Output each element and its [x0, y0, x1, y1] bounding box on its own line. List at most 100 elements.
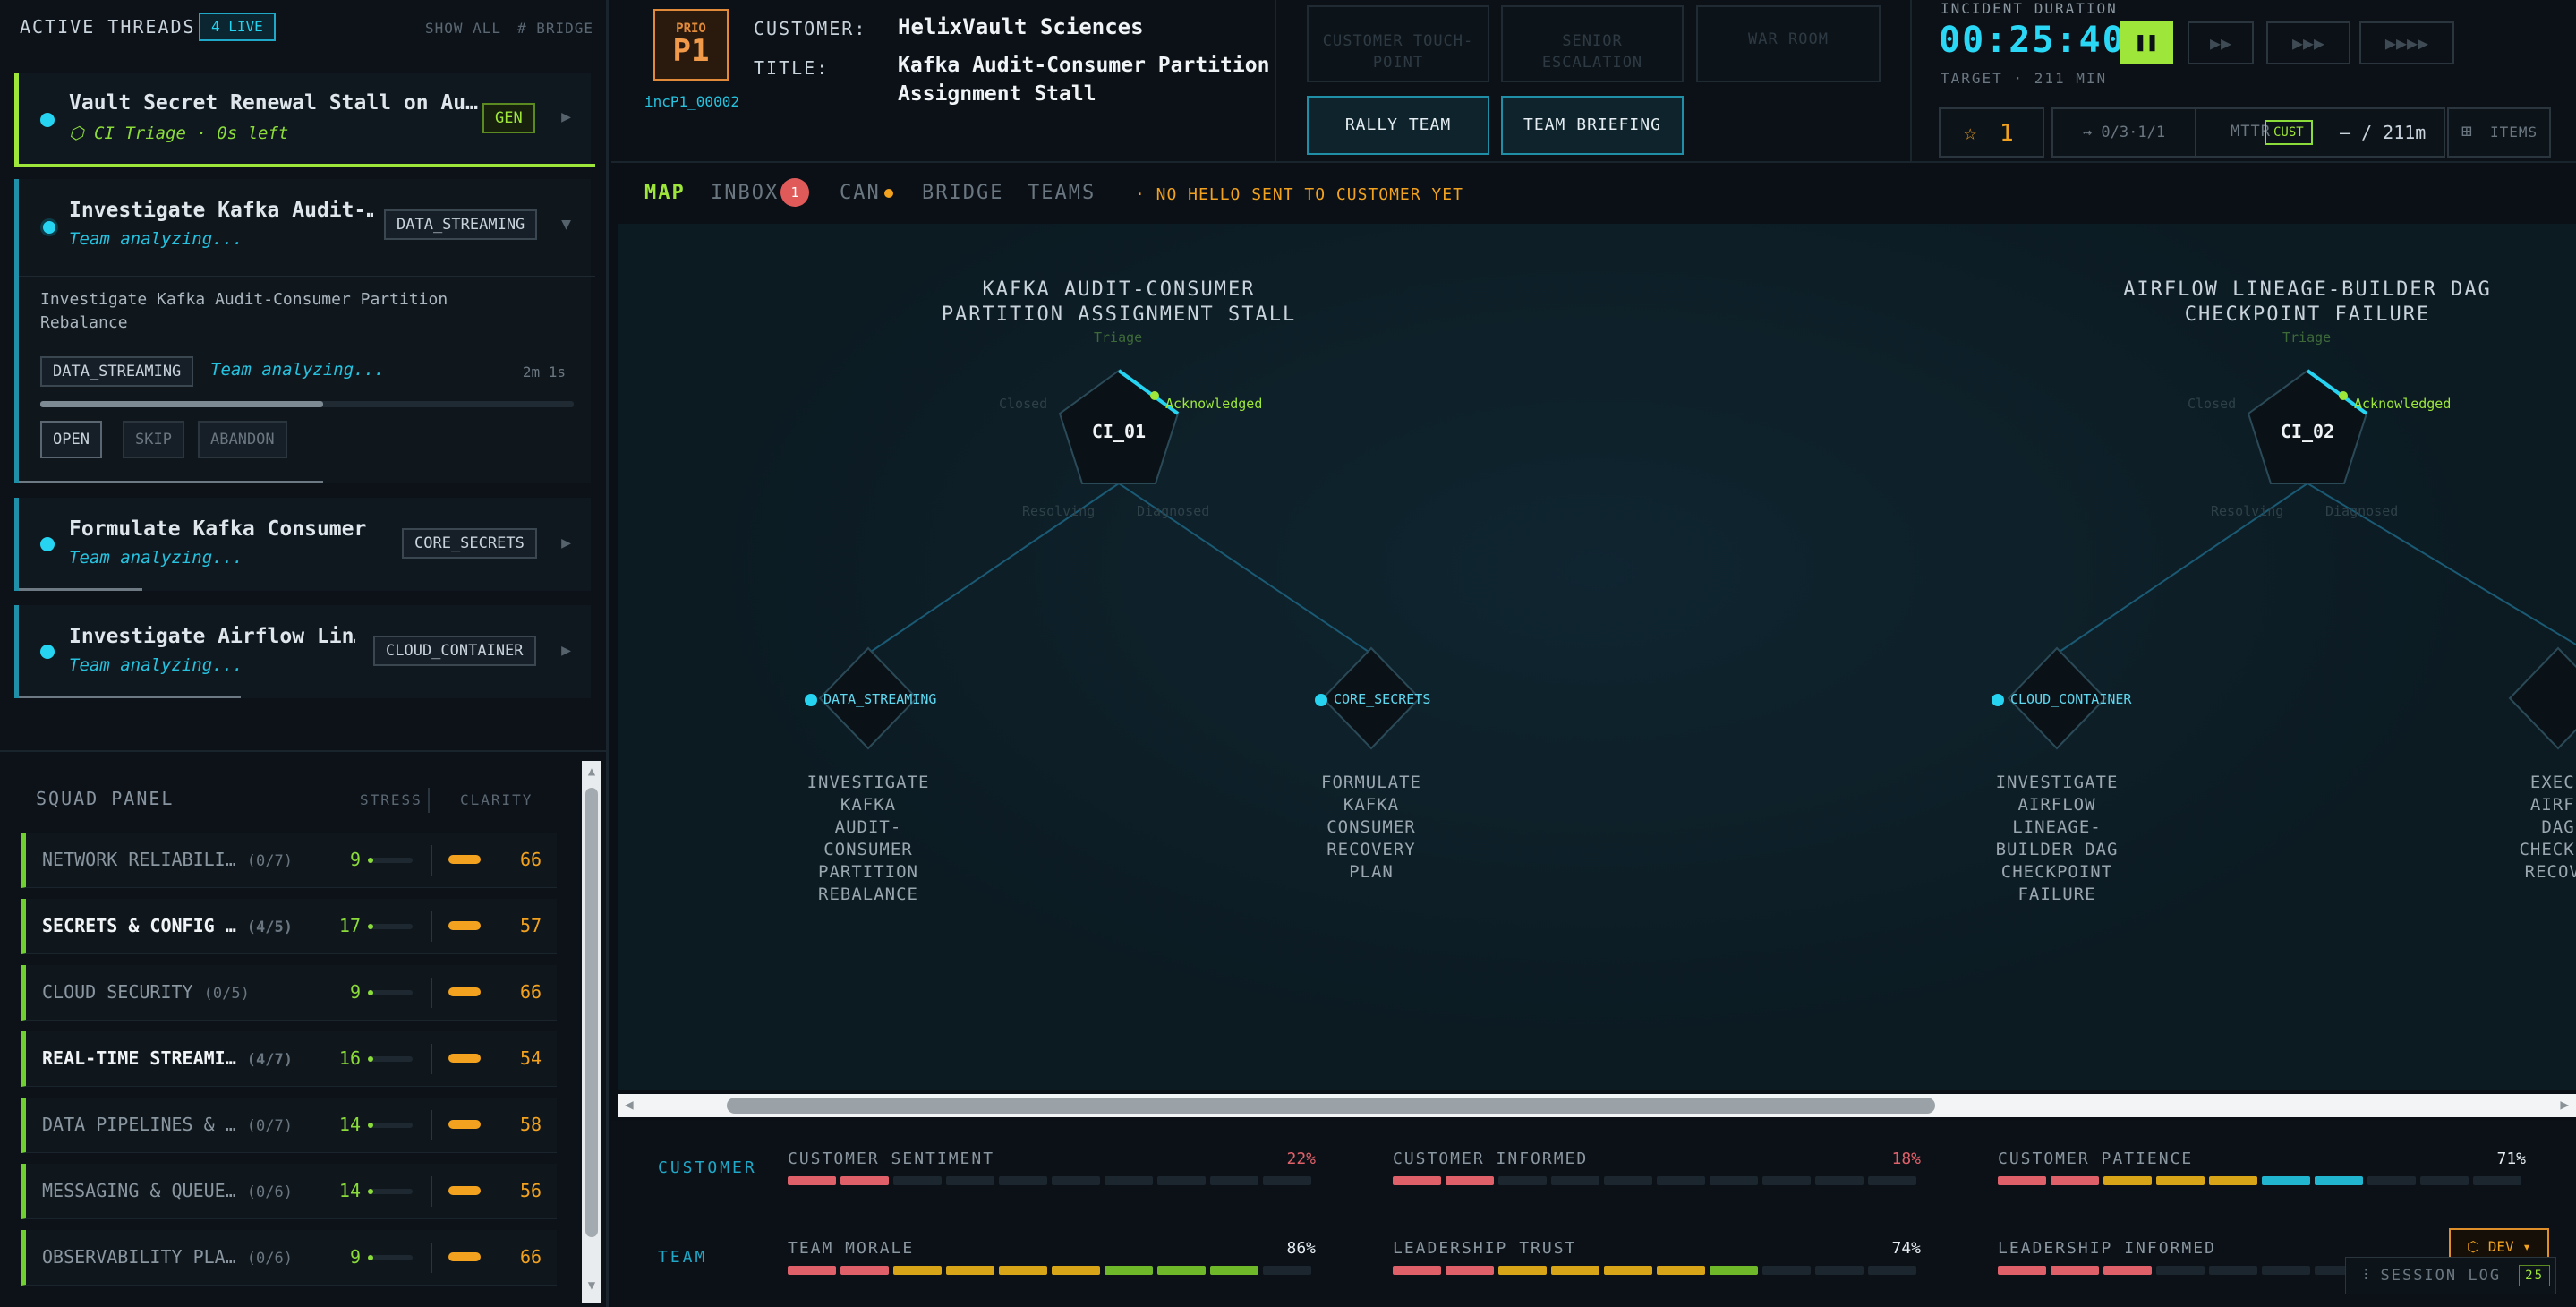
task-title-line: AIRFLOW: [2017, 795, 2096, 815]
bridge-link[interactable]: # BRIDGE: [517, 20, 593, 37]
stage-label: Closed: [999, 396, 1048, 412]
squad-name: OBSERVABILITY PLA… (0/6): [42, 1246, 293, 1268]
incident-node-title: AIRFLOW LINEAGE-BUILDER DAG CHECKPOINT FA…: [2123, 278, 2492, 326]
squad-row[interactable]: REAL-TIME STREAMI… (4/7) 16 54: [21, 1031, 557, 1087]
task-title-line: RECOVE: [2524, 862, 2576, 882]
incident-node-id[interactable]: CI_01: [1065, 421, 1173, 442]
view-tabs: MAP INBOX 1 CAN BRIDGE TEAMS · NO HELLO …: [618, 166, 2576, 223]
stars-stat[interactable]: ☆ 1: [1939, 107, 2044, 158]
stress-value: 9: [349, 981, 361, 1003]
task-title-line: AUDIT-: [834, 817, 902, 837]
team-briefing-button[interactable]: TEAM BRIEFING: [1501, 96, 1684, 155]
status-dot: [40, 645, 55, 659]
detail-tag: DATA_STREAMING: [40, 356, 194, 387]
metric-label: LEADERSHIP INFORMED: [1998, 1239, 2216, 1258]
tab-map[interactable]: MAP: [644, 182, 686, 204]
thread-progress: [19, 696, 241, 698]
squad-row[interactable]: CLOUD SECURITY (0/5) 9 66: [21, 965, 557, 1021]
speed-4x-button[interactable]: ▶▶▶▶: [2359, 21, 2454, 64]
thread-item[interactable]: Investigate Airflow Lin… Team analyzing.…: [14, 605, 591, 698]
stress-bar: [368, 858, 413, 863]
incident-node-id[interactable]: CI_02: [2254, 421, 2361, 442]
status-dot: [40, 113, 55, 127]
squad-row[interactable]: OBSERVABILITY PLA… (0/6) 9 66: [21, 1230, 557, 1286]
squad-name: CLOUD SECURITY (0/5): [42, 981, 250, 1003]
detail-elapsed: 2m 1s: [522, 363, 566, 380]
tab-inbox[interactable]: INBOX: [711, 182, 779, 204]
stage-label: Diagnosed: [2325, 503, 2399, 519]
squad-row[interactable]: MESSAGING & QUEUE… (0/6) 14 56: [21, 1164, 557, 1219]
chevron-down-icon[interactable]: ▼: [561, 215, 571, 234]
thread-progress: [19, 481, 323, 483]
incident-map[interactable]: KAFKA AUDIT-CONSUMER PARTITION ASSIGNMENT…: [618, 224, 2576, 1090]
metric-percent: 71%: [2496, 1149, 2526, 1168]
chevron-right-icon[interactable]: ▶: [561, 107, 571, 126]
squad-scrollbar[interactable]: ▲ ▼: [582, 761, 601, 1303]
thread-subtitle: Team analyzing...: [69, 548, 243, 568]
pause-button[interactable]: ❚❚: [2120, 21, 2173, 64]
scrollbar-thumb[interactable]: [727, 1098, 1935, 1114]
stress-bar: [368, 1255, 413, 1260]
tab-can[interactable]: CAN: [840, 182, 881, 204]
squad-row[interactable]: SECRETS & CONFIG … (4/5) 17 57: [21, 899, 557, 954]
thread-item[interactable]: Formulate Kafka Consumer … Team analyzin…: [14, 498, 591, 591]
inbox-count-badge: 1: [780, 178, 809, 207]
metric-percent: 22%: [1286, 1149, 1316, 1168]
stress-value: 14: [338, 1114, 361, 1135]
task-title-line: KAFKA: [840, 795, 897, 815]
customer-metrics-label: CUSTOMER: [658, 1158, 757, 1177]
rally-team-button[interactable]: RALLY TEAM: [1307, 96, 1489, 155]
items-button[interactable]: ⊞ ITEMS: [2447, 107, 2551, 158]
pause-icon: ❚❚: [2134, 31, 2159, 54]
stress-value: 14: [338, 1180, 361, 1201]
squad-row[interactable]: NETWORK RELIABILI… (0/7) 9 66: [21, 833, 557, 888]
metric-customer-informed: CUSTOMER INFORMED 18%: [1393, 1149, 1923, 1203]
open-button[interactable]: OPEN: [40, 421, 102, 458]
scroll-right-icon[interactable]: ▶: [2560, 1096, 2569, 1113]
session-log-button[interactable]: ⫶ SESSION LOG 25: [2345, 1257, 2556, 1294]
tab-teams[interactable]: TEAMS: [1028, 182, 1096, 204]
mttr-value: — / 211m: [2340, 122, 2427, 143]
title-label: TITLE:: [754, 57, 830, 79]
thread-item[interactable]: Vault Secret Renewal Stall on Au… ⬡ CI T…: [14, 73, 595, 167]
task-title-line: DAG: [2541, 817, 2575, 837]
speed-3x-button[interactable]: ▶▶▶: [2266, 21, 2350, 64]
stress-value: 9: [349, 1246, 361, 1268]
scroll-left-icon[interactable]: ◀: [625, 1096, 634, 1113]
chevron-right-icon[interactable]: ▶: [561, 641, 571, 660]
skip-button[interactable]: SKIP: [123, 421, 184, 458]
target-duration: TARGET · 211 MIN: [1941, 70, 2108, 87]
incident-id[interactable]: incP1_00002: [644, 93, 739, 110]
abandon-button[interactable]: ABANDON: [198, 421, 287, 458]
squad-row[interactable]: DATA PIPELINES & … (0/7) 14 58: [21, 1098, 557, 1153]
speed-2x-button[interactable]: ▶▶: [2188, 21, 2254, 64]
task-title-line: INVESTIGATE: [806, 773, 930, 792]
stage-label-active: Acknowledged: [2354, 396, 2452, 412]
clarity-bar: [448, 987, 504, 996]
stage-label: Triage: [1094, 329, 1143, 346]
chevron-right-icon[interactable]: ▶: [561, 534, 571, 552]
senior-escalation-button[interactable]: SENIOR ESCALATION: [1501, 5, 1684, 82]
metric-percent: 18%: [1891, 1149, 1921, 1168]
incident-timer: 00:25:40: [1939, 20, 2126, 61]
customer-touchpoint-button[interactable]: CUSTOMER TOUCH- POINT: [1307, 5, 1489, 82]
task-node-tag: CORE_SECRETS: [1334, 691, 1431, 707]
customer-label: CUSTOMER:: [754, 18, 867, 39]
metric-bar: [788, 1266, 1311, 1275]
tab-bridge[interactable]: BRIDGE: [922, 182, 1003, 204]
clarity-bar: [448, 1252, 504, 1261]
metric-label: CUSTOMER INFORMED: [1393, 1149, 1589, 1168]
grid-icon: ⊞: [2461, 120, 2473, 141]
thread-progress: [19, 588, 142, 591]
progress-ratio: ⇝ 0/3·1/1: [2051, 107, 2196, 158]
task-node: [2508, 646, 2576, 750]
thread-item-expanded[interactable]: Investigate Kafka Audit-… Team analyzing…: [14, 179, 595, 483]
metric-customer-patience: CUSTOMER PATIENCE 71%: [1998, 1149, 2528, 1203]
stress-value: 16: [338, 1047, 361, 1069]
task-title-line: PARTITION: [818, 862, 918, 882]
show-all-link[interactable]: SHOW ALL: [425, 20, 501, 37]
war-room-button[interactable]: WAR ROOM: [1696, 5, 1881, 82]
metric-customer-sentiment: CUSTOMER SENTIMENT 22%: [788, 1149, 1318, 1203]
scrollbar-thumb[interactable]: [585, 788, 598, 1237]
thread-tag: GEN: [482, 103, 535, 133]
